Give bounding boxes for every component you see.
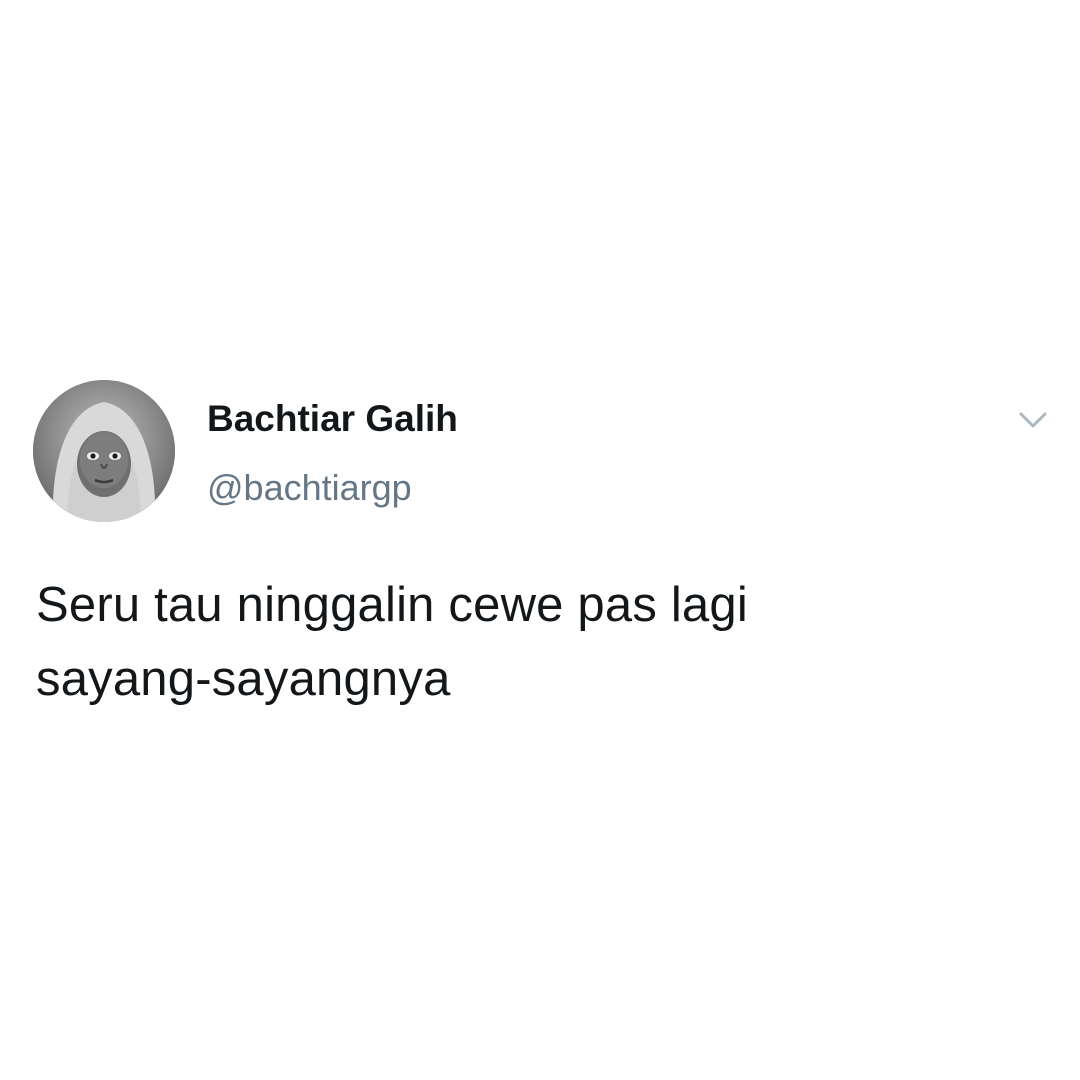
avatar-image — [33, 380, 175, 522]
author-display-name[interactable]: Bachtiar Galih — [207, 395, 458, 443]
tweet-menu-button[interactable] — [1010, 400, 1056, 440]
author-handle[interactable]: @bachtiargp — [207, 464, 412, 512]
tweet-text: Seru tau ninggalin cewe pas lagi sayang-… — [36, 568, 1036, 716]
page: Bachtiar Galih @bachtiargp Seru tau ning… — [0, 0, 1080, 1080]
tweet-card: Bachtiar Galih @bachtiargp Seru tau ning… — [0, 0, 1080, 1080]
tweet-text-line: Seru tau ninggalin cewe pas lagi — [36, 578, 748, 632]
chevron-down-icon — [1019, 412, 1047, 428]
tweet-text-line: sayang-sayangnya — [36, 652, 451, 706]
avatar[interactable] — [33, 380, 175, 522]
